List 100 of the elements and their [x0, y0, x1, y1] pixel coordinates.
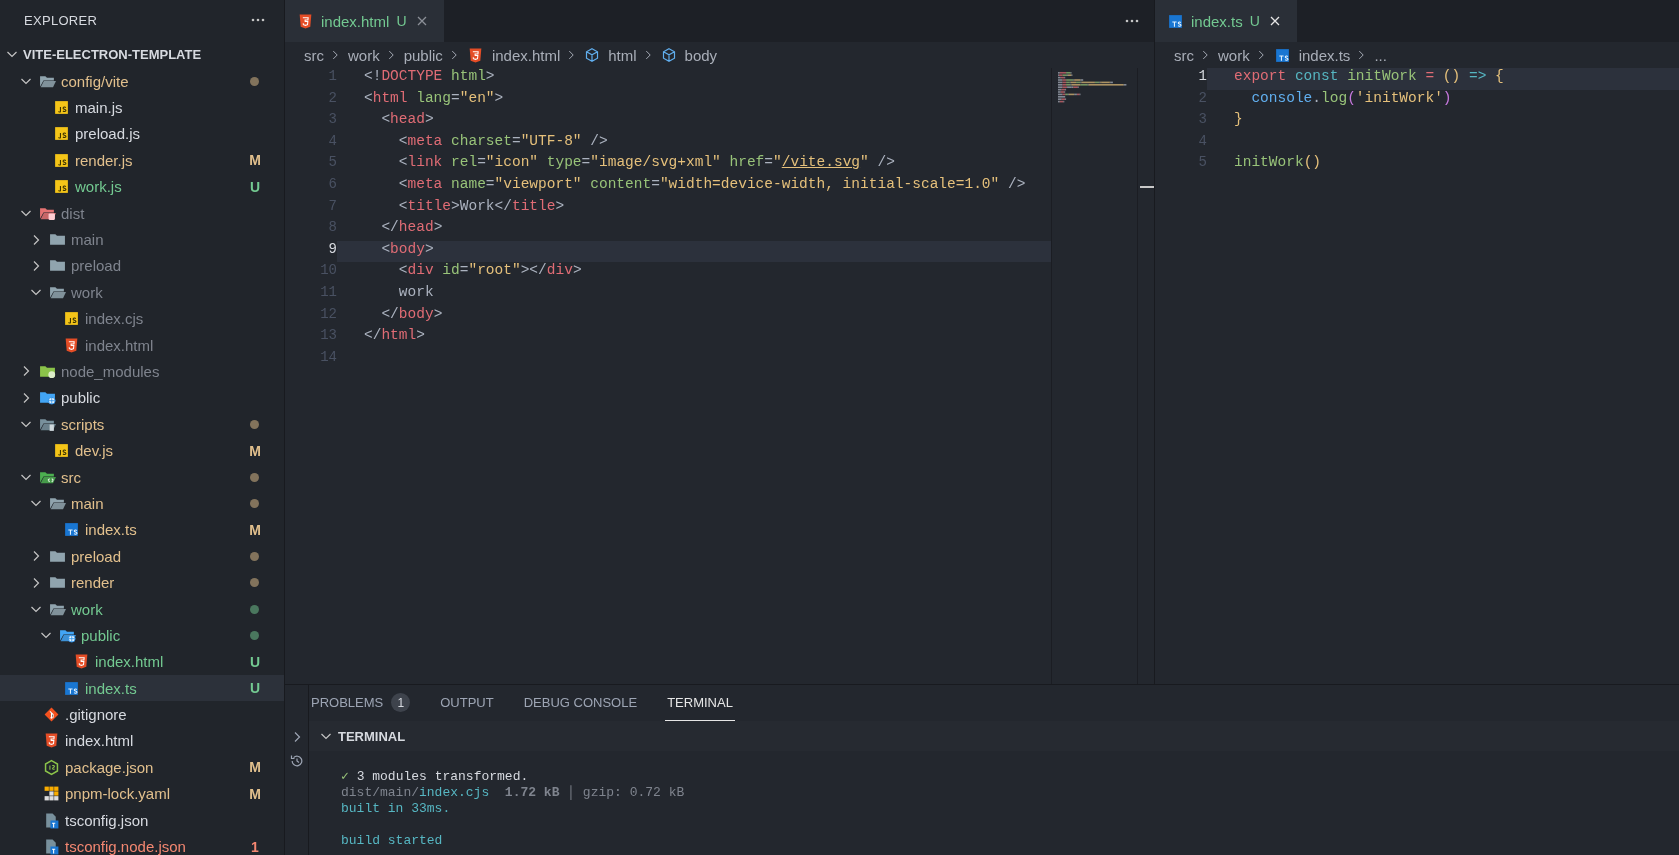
breadcrumb-item[interactable]: src [1174, 46, 1194, 64]
editor-tab[interactable]: index.html U [285, 0, 444, 42]
tree-item[interactable]: render [0, 569, 284, 596]
history-icon[interactable] [288, 753, 305, 769]
tree-item[interactable]: work [0, 279, 284, 306]
html-file-icon [73, 653, 90, 671]
grid-icon [43, 785, 60, 803]
tree-item[interactable]: work.js U [0, 173, 284, 200]
hexagon-icon [43, 758, 60, 776]
tree-item[interactable]: index.html [0, 331, 284, 359]
tree-item[interactable]: index.html [0, 727, 284, 755]
breadcrumb-item[interactable]: ... [1374, 46, 1387, 64]
tree-item[interactable]: dist [0, 199, 284, 227]
tree-item[interactable]: .gitignore [0, 701, 284, 728]
file-name-label: node_modules [61, 363, 161, 380]
tree-item[interactable]: package.json M [0, 754, 284, 781]
tree-item[interactable]: work [0, 595, 284, 623]
git-status-label: U [1249, 13, 1260, 29]
file-name-label: .gitignore [65, 706, 128, 724]
tree-item[interactable]: main [0, 226, 284, 253]
code-line: </body> [380, 305, 444, 324]
terminal-line: ✓ 3 modules transformed. [341, 769, 530, 785]
tree-item[interactable]: main [0, 490, 284, 517]
breadcrumb-item[interactable]: body [684, 46, 718, 64]
js-file-icon [53, 151, 70, 169]
tree-item[interactable]: main.js [0, 94, 284, 121]
file-name-label: public [81, 626, 122, 644]
tree-item[interactable]: index.ts M [0, 516, 284, 544]
js-file-icon [53, 442, 70, 460]
breadcrumb-item[interactable]: index.html [491, 46, 561, 64]
tree-item[interactable]: preload [0, 543, 284, 570]
panel-tab[interactable]: DEBUG CONSOLE [521, 685, 640, 721]
tree-item[interactable]: dev.js M [0, 437, 284, 464]
line-number: 9 [327, 240, 337, 259]
file-name-label: work [71, 600, 104, 618]
tree-item[interactable]: render.js M [0, 147, 284, 174]
git-status-label: U [248, 680, 262, 697]
ts-file-icon [63, 521, 80, 539]
code-line: initWork() [1233, 154, 1323, 173]
git-status-label: M [248, 442, 262, 459]
editor-tab[interactable]: index.ts U [1155, 0, 1297, 42]
git-status-label: M [248, 521, 262, 538]
scroll-marker [1140, 186, 1154, 188]
file-name-label: public [61, 389, 102, 407]
git-status-label: M [248, 759, 262, 776]
git-icon [43, 706, 60, 724]
tree-item[interactable]: tsconfig.node.json 1 [0, 833, 284, 855]
file-name-label: package.json [65, 758, 155, 776]
breadcrumb-item[interactable]: public [403, 46, 443, 64]
html-file-icon [297, 12, 314, 30]
file-name-label: scripts [61, 415, 106, 433]
tree-item[interactable]: index.ts U [0, 675, 284, 702]
file-name-label: config/vite [61, 72, 130, 90]
code-line: <meta charset="UTF-8" /> [397, 132, 609, 151]
js-file-icon [63, 310, 80, 328]
breadcrumb-item[interactable]: src [304, 46, 324, 64]
file-name-label: work [71, 283, 104, 301]
code-line: <link rel="icon" type="image/svg+xml" href="/vite.svg" /> [397, 154, 896, 173]
code-line: work [397, 283, 435, 302]
tree-item[interactable]: scripts [0, 411, 284, 438]
code-line: <meta name="viewport" content="width=device-width, initial-scale=1.0" /> [397, 175, 1027, 194]
line-number: 1 [1197, 68, 1207, 86]
breadcrumb-item[interactable]: work [348, 46, 380, 64]
html-file-icon [63, 336, 80, 354]
ts-file-icon [63, 679, 80, 697]
file-name-label: index.html [65, 732, 135, 750]
tree-item[interactable]: tsconfig.json [0, 806, 284, 834]
tree-item[interactable]: public [0, 384, 284, 412]
tree-item[interactable]: config/vite [0, 68, 284, 95]
tree-item[interactable]: index.html U [0, 648, 284, 675]
js-file-icon [53, 99, 70, 117]
panel-tab[interactable]: PROBLEMS 1 [309, 685, 413, 721]
panel-tab[interactable]: OUTPUT [438, 685, 496, 721]
tree-item[interactable]: pnpm-lock.yaml M [0, 780, 284, 807]
breadcrumb-item[interactable]: html [608, 46, 637, 64]
file-name-label: index.ts [85, 521, 138, 539]
file-name-label: render.js [75, 151, 134, 169]
file-name-label: work.js [75, 178, 123, 196]
js-file-icon [53, 125, 70, 143]
tree-item[interactable]: node_modules [0, 358, 284, 385]
tree-item[interactable]: preload.js [0, 120, 284, 148]
tree-root-header[interactable]: VITE-ELECTRON-TEMPLATE [0, 40, 284, 68]
tree-item[interactable]: public [0, 622, 284, 649]
code-line: <title>Work</title> [397, 197, 566, 216]
file-name-label: preload.js [75, 125, 142, 143]
cube-icon [660, 47, 677, 63]
code-line: } [1233, 111, 1244, 130]
tree-item[interactable]: preload [0, 252, 284, 280]
file-name-label: index.html [95, 653, 165, 671]
sidebar-title: EXPLORER [24, 12, 98, 28]
config-file-icon [43, 811, 60, 829]
code-line: console.log('initWork') [1250, 89, 1453, 108]
breadcrumb-item[interactable]: work [1218, 46, 1250, 64]
tree-item[interactable]: index.cjs [0, 305, 284, 332]
file-name-label: render [71, 574, 116, 592]
tree-item[interactable]: src [0, 463, 284, 491]
breadcrumb-item[interactable]: index.ts [1298, 46, 1351, 64]
file-name-label: src [61, 468, 82, 486]
code-line: <head> [380, 111, 435, 130]
file-name-label: index.html [85, 336, 155, 354]
